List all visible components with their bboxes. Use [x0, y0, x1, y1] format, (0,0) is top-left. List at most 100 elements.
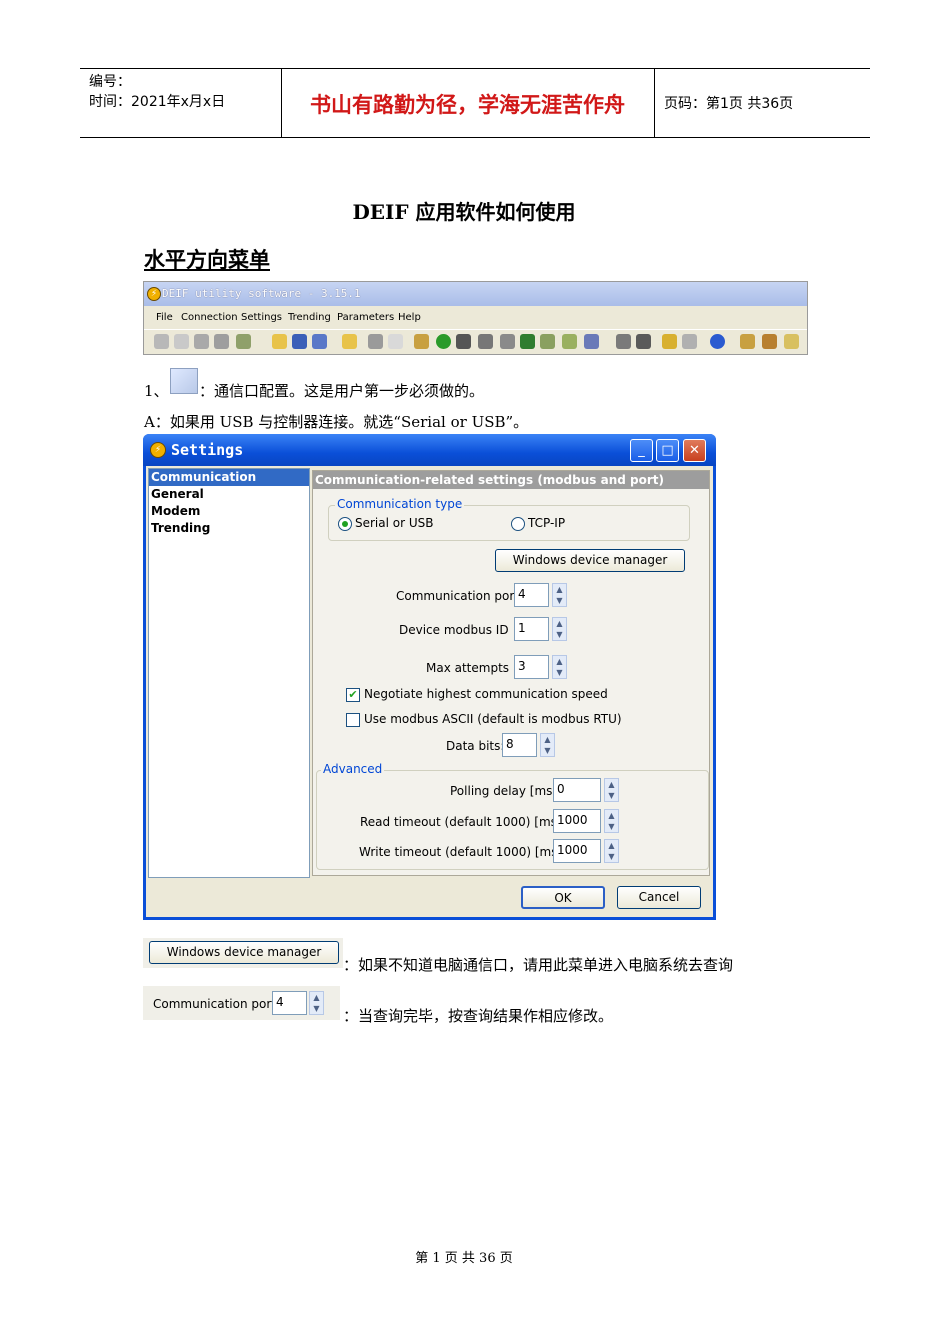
write-timeout-input[interactable]: 1000 [553, 839, 601, 863]
edit-icon[interactable] [740, 334, 755, 349]
step1-number: 1、 [144, 382, 169, 400]
page-footer: 第 1 页 共 36 页 [415, 1251, 513, 1266]
header-code: 编号： [89, 74, 131, 90]
data-bits-label: Data bits: [446, 739, 505, 753]
negotiate-speed-checkbox[interactable]: ✔ [346, 688, 360, 702]
users-icon[interactable] [214, 334, 229, 349]
settings-tree: Communication General Modem Trending [148, 468, 310, 878]
modbus-id-spinner[interactable]: ▲ ▼ [552, 617, 567, 641]
print-preview-icon[interactable] [388, 334, 403, 349]
communication-port-label: Communication port: [153, 997, 281, 1011]
menu-settings[interactable]: Settings [241, 312, 282, 323]
communication-type-label: Communication type [335, 497, 465, 511]
dialog-body: Communication General Modem Trending Com… [146, 466, 713, 917]
edit-all-icon[interactable] [762, 334, 777, 349]
list-icon[interactable] [616, 334, 631, 349]
menu-trending[interactable]: Trending [288, 312, 331, 323]
panel-heading: Communication-related settings (modbus a… [313, 471, 709, 489]
read-timeout-spinner[interactable]: ▲ ▼ [604, 809, 619, 833]
folder-icon[interactable] [342, 334, 357, 349]
windows-device-manager-button[interactable]: Windows device manager [495, 549, 685, 572]
read-icon[interactable] [478, 334, 493, 349]
windows-device-manager-button: Windows device manager [149, 941, 339, 964]
communication-panel: Communication-related settings (modbus a… [312, 470, 710, 876]
app-titlebar: ⚡ DEIF utility software - 3.15.1 [144, 282, 807, 306]
advanced-label: Advanced [321, 762, 385, 776]
modbus-id-input[interactable]: 1 [514, 617, 549, 641]
communication-port-label: Communication port: [396, 589, 524, 603]
disconnect-icon[interactable] [174, 334, 189, 349]
communication-port-spinner[interactable]: ▲ ▼ [552, 583, 567, 607]
tree-item-general[interactable]: General [149, 486, 309, 503]
user-icon[interactable] [194, 334, 209, 349]
minimize-icon[interactable]: _ [630, 439, 653, 462]
note-port: ：当查询完毕，按查询结果作相应修改。 [343, 1007, 614, 1025]
help-context-icon[interactable] [784, 334, 799, 349]
parameters-icon[interactable] [540, 334, 555, 349]
communication-port-input[interactable]: 4 [514, 583, 549, 607]
tools-icon[interactable] [682, 334, 697, 349]
monitor-icon[interactable] [520, 334, 535, 349]
modbus-id-label: Device modbus ID [399, 623, 509, 637]
note-wdm: ：如果不知道电脑通信口，请用此菜单进入电脑系统去查询 [343, 956, 734, 974]
gear-icon[interactable] [500, 334, 515, 349]
header-time: 时间：2021年x月x日 [89, 94, 226, 110]
max-attempts-input[interactable]: 3 [514, 655, 549, 679]
communication-port-input: 4 [272, 991, 307, 1015]
save-all-icon[interactable] [312, 334, 327, 349]
communication-settings-icon [170, 368, 198, 394]
transfer-icon[interactable] [584, 334, 599, 349]
polling-delay-input[interactable]: 0 [553, 778, 601, 802]
open-folder-icon[interactable] [272, 334, 287, 349]
close-icon[interactable]: ✕ [683, 439, 706, 462]
polling-delay-spinner[interactable]: ▲ ▼ [604, 778, 619, 802]
header-motto: 书山有路勤为径，学海无涯苦作舟 [310, 93, 625, 117]
data-bits-spinner[interactable]: ▲ ▼ [540, 733, 555, 757]
print-icon[interactable] [368, 334, 383, 349]
communication-settings-icon[interactable] [414, 334, 429, 349]
header-meta: 编号： 时间：2021年x月x日 [89, 72, 225, 112]
dialog-titlebar: ⚡ Settings _ □ ✕ [143, 434, 716, 466]
app-logo-icon: ⚡ [147, 287, 161, 301]
app-logo-icon: ⚡ [150, 442, 166, 458]
comm-port-snippet: Communication port: 4 ▲ ▼ [143, 986, 340, 1020]
parameters-write-icon[interactable] [562, 334, 577, 349]
menu-help[interactable]: Help [398, 312, 421, 323]
max-attempts-label: Max attempts [426, 661, 510, 675]
tree-item-trending[interactable]: Trending [149, 520, 309, 537]
app-menubar: File Connection Settings Trending Parame… [144, 307, 807, 329]
save-icon[interactable] [292, 334, 307, 349]
radio-tcp-ip[interactable] [511, 517, 525, 531]
app-title: DEIF utility software - 3.15.1 [162, 287, 361, 300]
ok-button[interactable]: OK [521, 886, 605, 909]
step-a-text: A：如果用 USB 与控制器连接。就选“Serial or USB”。 [144, 413, 529, 431]
radio-tcp-ip-label: TCP-IP [528, 516, 566, 530]
max-attempts-spinner[interactable]: ▲ ▼ [552, 655, 567, 679]
menu-file[interactable]: File [156, 312, 173, 323]
online-icon[interactable] [436, 334, 451, 349]
negotiate-speed-label: Negotiate highest communication speed [364, 687, 608, 701]
maximize-icon[interactable]: □ [656, 439, 679, 462]
alarm-icon[interactable] [662, 334, 677, 349]
data-bits-input[interactable]: 8 [502, 733, 537, 757]
step1-text: ：通信口配置。这是用户第一步必须做的。 [199, 382, 485, 400]
write-timeout-spinner[interactable]: ▲ ▼ [604, 839, 619, 863]
key-icon[interactable] [236, 334, 251, 349]
dialog-title: Settings [171, 441, 244, 459]
tree-item-communication[interactable]: Communication [149, 469, 309, 486]
radio-serial-usb[interactable] [338, 517, 352, 531]
app-toolbar [144, 329, 807, 354]
menu-parameters[interactable]: Parameters [337, 312, 394, 323]
info-icon[interactable] [710, 334, 725, 349]
modbus-ascii-checkbox[interactable] [346, 713, 360, 727]
radio-serial-usb-label: Serial or USB [355, 516, 434, 530]
write-icon[interactable] [456, 334, 471, 349]
read-timeout-input[interactable]: 1000 [553, 809, 601, 833]
connect-icon[interactable] [154, 334, 169, 349]
settings-dialog: ⚡ Settings _ □ ✕ Communication General M… [143, 434, 716, 920]
menu-connection[interactable]: Connection [181, 312, 238, 323]
trend-icon[interactable] [636, 334, 651, 349]
tree-item-modem[interactable]: Modem [149, 503, 309, 520]
cancel-button[interactable]: Cancel [617, 886, 701, 909]
read-timeout-label: Read timeout (default 1000) [ms] [360, 815, 562, 829]
